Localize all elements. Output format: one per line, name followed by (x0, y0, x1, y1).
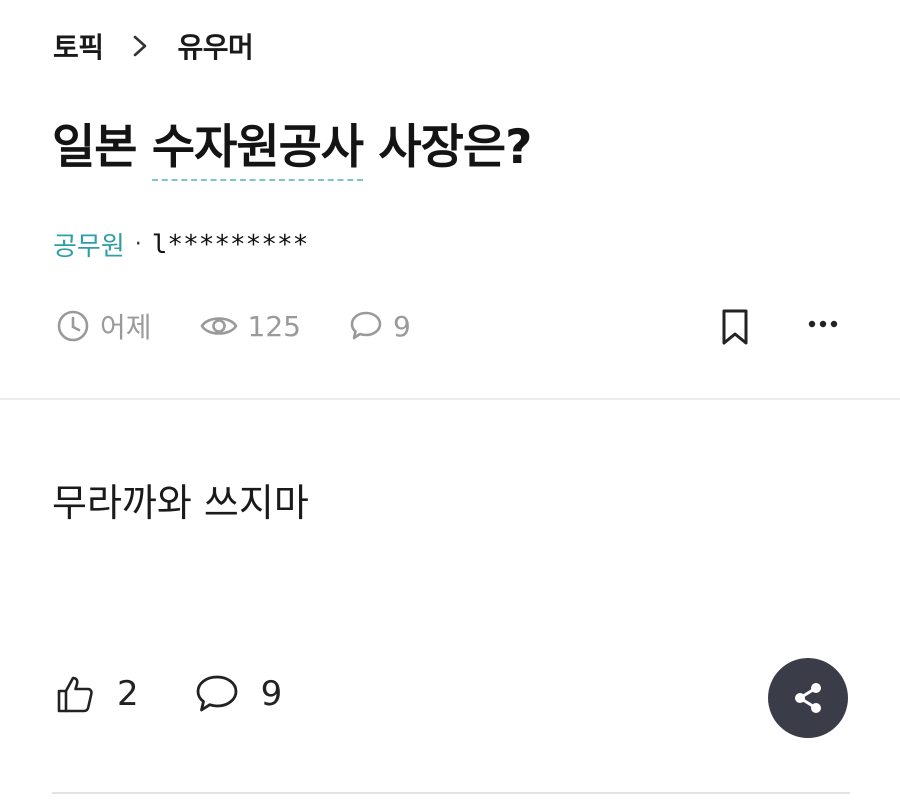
share-icon (795, 683, 821, 713)
clock-icon (57, 310, 89, 342)
thumbs-up-icon (57, 676, 93, 713)
breadcrumb-topic-link[interactable]: 토픽 (53, 26, 104, 66)
bookmark-button[interactable] (718, 308, 752, 350)
title-prefix: 일본 (52, 120, 152, 175)
author-org-link[interactable]: 공무원 (53, 226, 125, 263)
comment-button[interactable]: 9 (195, 674, 283, 714)
title-keyword-link[interactable]: 수자원공사 (151, 120, 364, 181)
breadcrumb: 토픽 유우머 (53, 26, 254, 66)
post-comments: 9 (349, 310, 411, 343)
more-options-button[interactable] (804, 308, 844, 340)
post-time-label: 어제 (100, 311, 152, 344)
share-button[interactable] (768, 658, 848, 738)
header-divider (0, 398, 900, 400)
speech-bubble-icon (350, 311, 382, 340)
post-views: 125 (200, 310, 301, 343)
more-horizontal-icon (808, 320, 838, 328)
bookmark-icon (722, 309, 748, 345)
eye-icon (200, 317, 237, 335)
author-nickname: l********* (151, 229, 309, 260)
post-comments-count: 9 (392, 309, 411, 343)
post-author: 공무원 · l********* (53, 226, 308, 263)
comment-count: 9 (260, 674, 283, 714)
like-button[interactable]: 2 (55, 674, 139, 714)
title-suffix: 사장은? (363, 120, 532, 175)
bottom-divider (52, 792, 850, 794)
speech-bubble-icon (196, 675, 238, 712)
post-actions: 2 9 (55, 674, 282, 714)
post-meta: 어제 125 9 (56, 306, 459, 346)
post-views-count: 125 (247, 309, 301, 343)
post-time: 어제 (56, 306, 152, 346)
post-title: 일본 수자원공사 사장은? (52, 108, 532, 181)
post-body: 무라까와 쓰지마 (52, 481, 309, 525)
breadcrumb-category-link[interactable]: 유우머 (178, 26, 254, 66)
author-separator: · (134, 232, 142, 257)
like-count: 2 (117, 674, 139, 714)
chevron-right-icon (132, 34, 148, 58)
